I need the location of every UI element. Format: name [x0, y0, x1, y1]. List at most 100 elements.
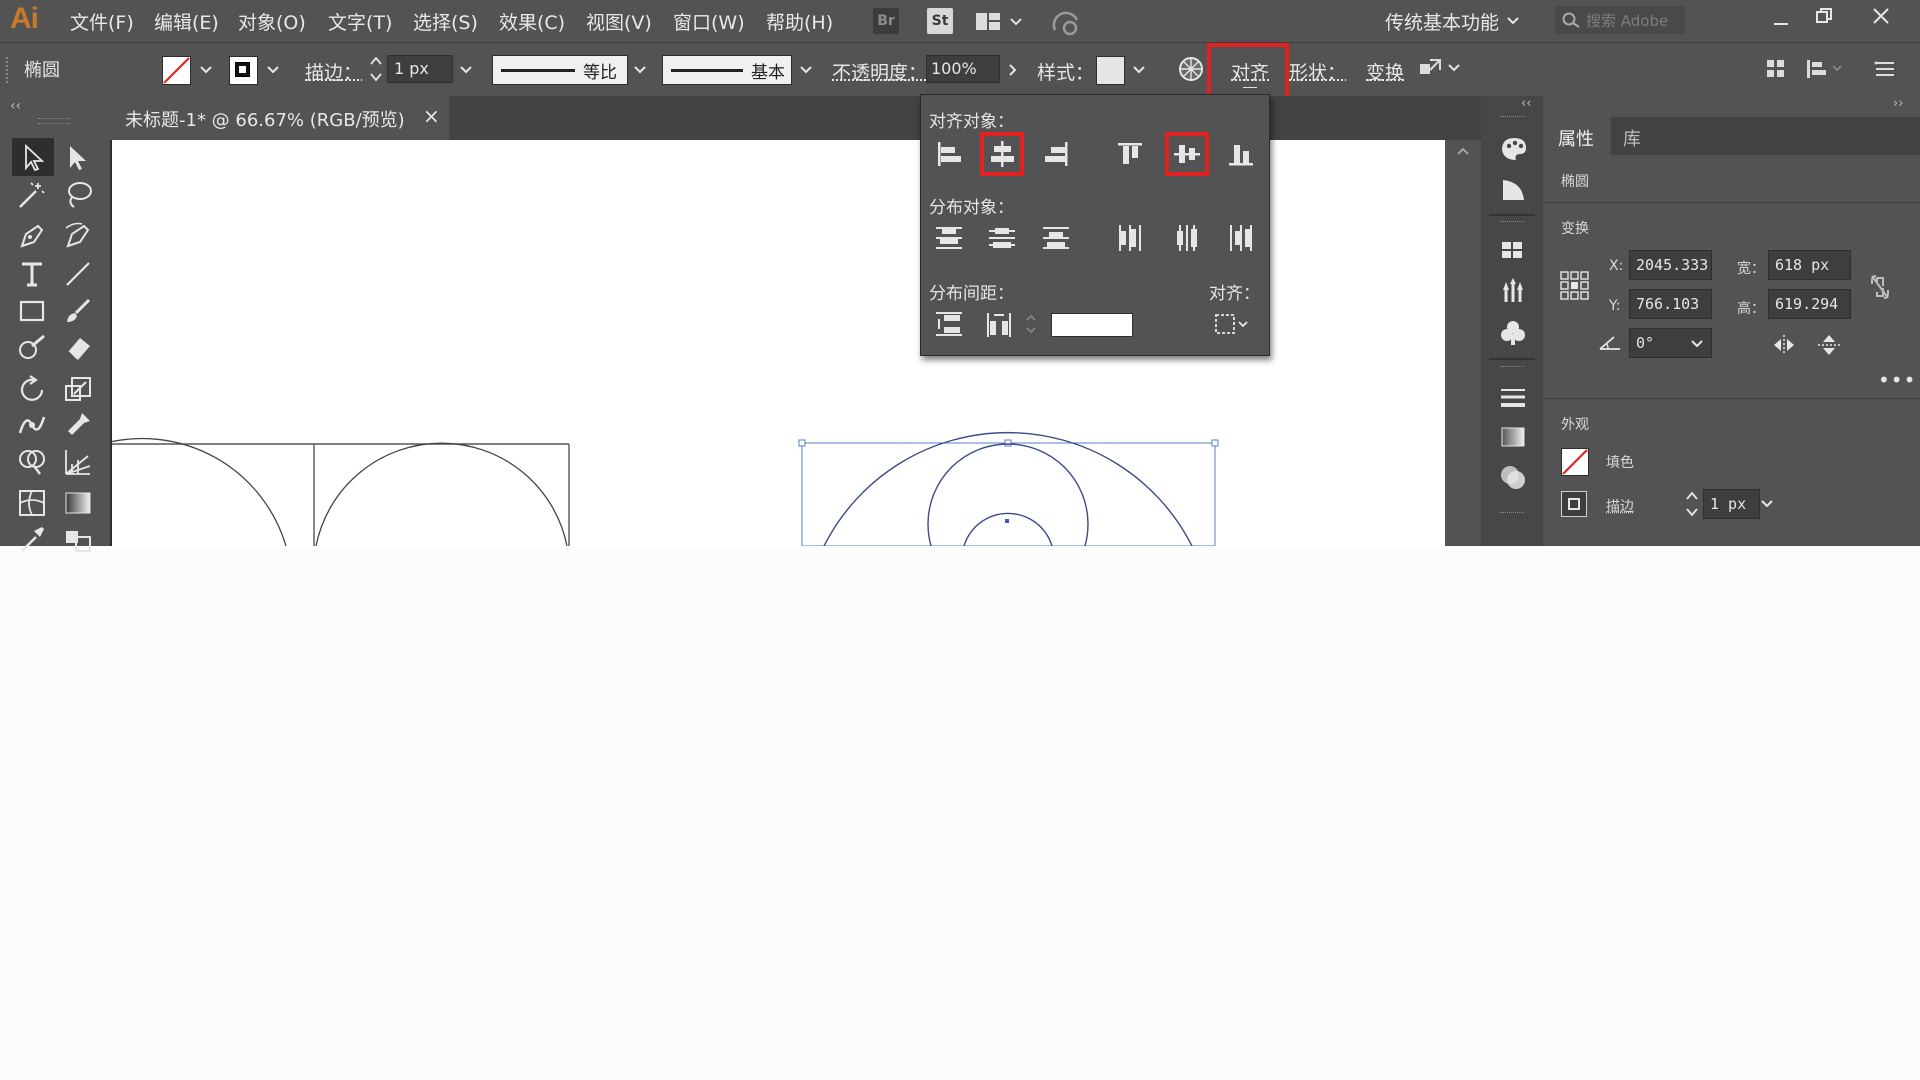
chevron-down-icon[interactable]: [799, 63, 813, 77]
variable-width-profile[interactable]: 等比: [492, 55, 628, 85]
pen-tool-icon[interactable]: [16, 220, 48, 252]
small-circle-shape[interactable]: [963, 512, 1053, 546]
vertical-distribute-space-icon[interactable]: [934, 309, 964, 339]
stroke-label[interactable]: 描边：: [305, 58, 362, 85]
search-box[interactable]: 搜索 Adobe: [1555, 6, 1685, 34]
stroke-swatch[interactable]: [229, 56, 258, 85]
stock-button[interactable]: St: [927, 8, 953, 34]
eyedropper-tool-icon[interactable]: [16, 523, 48, 555]
stepper-icon[interactable]: [369, 54, 383, 84]
symbols-icon[interactable]: [1498, 318, 1528, 348]
tab-properties[interactable]: 属性: [1558, 125, 1594, 151]
menu-effect[interactable]: 效果(C): [499, 8, 565, 35]
selection-tool-icon[interactable]: [18, 142, 50, 174]
x-position-field[interactable]: 2045.333: [1629, 250, 1712, 280]
menu-window[interactable]: 窗口(W): [673, 8, 745, 35]
document-tab[interactable]: 未标题-1* @ 66.67% (RGB/预览) ×: [110, 96, 449, 140]
tab-libraries[interactable]: 库: [1623, 125, 1641, 151]
y-position-field[interactable]: 766.103: [1629, 289, 1712, 319]
vertical-align-bottom-icon[interactable]: [1226, 139, 1256, 169]
large-circle-shape[interactable]: [823, 432, 1193, 546]
vertical-align-top-icon[interactable]: [1115, 139, 1145, 169]
distribute-horizontal-center-icon[interactable]: [1172, 223, 1202, 253]
scroll-up-icon[interactable]: [1456, 146, 1470, 156]
height-field[interactable]: 619.294: [1768, 289, 1851, 319]
selection-handle[interactable]: [1004, 439, 1012, 447]
appearance-fill-swatch[interactable]: [1561, 448, 1589, 476]
rectangle-tool-icon[interactable]: [16, 295, 48, 327]
chevron-down-icon[interactable]: [266, 63, 280, 77]
chevron-down-icon[interactable]: [633, 63, 647, 77]
stroke-weight-field[interactable]: 1 px: [1703, 489, 1760, 519]
chevron-right-icon[interactable]: [1006, 63, 1020, 77]
tools-grip[interactable]: [38, 118, 70, 124]
lasso-tool-icon[interactable]: [62, 179, 94, 211]
spacing-value-input[interactable]: [1051, 313, 1133, 337]
shape-button[interactable]: 形状：: [1289, 58, 1346, 85]
brushes-icon[interactable]: [1498, 276, 1528, 306]
perspective-grid-tool-icon[interactable]: [62, 446, 94, 478]
middle-arc-shape[interactable]: [315, 442, 568, 546]
menu-file[interactable]: 文件(F): [70, 8, 134, 35]
curvature-tool-icon[interactable]: [62, 220, 94, 252]
chevron-down-icon[interactable]: [459, 63, 473, 77]
bridge-button[interactable]: Br: [873, 8, 899, 34]
isolate-object-icon[interactable]: [1418, 56, 1464, 82]
panel-menu-icon[interactable]: [1874, 57, 1896, 81]
grip-handle[interactable]: [6, 57, 10, 83]
dock-grip[interactable]: [1500, 221, 1524, 225]
align-options-icon[interactable]: [1805, 57, 1845, 81]
vertical-scrollbar[interactable]: [1445, 140, 1481, 546]
reference-point-icon[interactable]: [1559, 270, 1591, 302]
opacity-input[interactable]: 100%: [926, 55, 1000, 83]
restore-icon[interactable]: [1814, 6, 1834, 26]
menu-help[interactable]: 帮助(H): [766, 8, 833, 35]
transparency-panel-icon[interactable]: [1498, 462, 1528, 492]
vertical-align-center-icon[interactable]: [1172, 139, 1202, 169]
menu-type[interactable]: 文字(T): [328, 8, 392, 35]
minimize-icon[interactable]: [1771, 12, 1791, 32]
distribute-left-icon[interactable]: [1115, 223, 1145, 253]
color-guide-icon[interactable]: [1498, 176, 1528, 204]
menu-edit[interactable]: 编辑(E): [154, 8, 219, 35]
opacity-label[interactable]: 不透明度：: [832, 58, 927, 85]
distribute-vertical-center-icon[interactable]: [987, 223, 1017, 253]
chevron-down-icon[interactable]: [1760, 497, 1774, 511]
eraser-tool-icon[interactable]: [62, 332, 94, 364]
grid-icon[interactable]: [1764, 57, 1788, 81]
rotate-tool-icon[interactable]: [16, 374, 48, 406]
scale-tool-icon[interactable]: [62, 374, 94, 406]
stepper-icon[interactable]: [1685, 489, 1699, 519]
selection-handle[interactable]: [1211, 439, 1219, 447]
menu-object[interactable]: 对象(O): [238, 8, 306, 35]
flip-horizontal-icon[interactable]: [1771, 333, 1797, 357]
paintbrush-tool-icon[interactable]: [62, 295, 94, 327]
workspace-switcher[interactable]: 传统基本功能: [1385, 8, 1499, 35]
horizontal-align-left-icon[interactable]: [934, 139, 964, 169]
shape-builder-tool-icon[interactable]: [16, 446, 48, 478]
chevron-down-icon[interactable]: [1690, 337, 1704, 351]
close-window-icon[interactable]: [1871, 6, 1891, 26]
swatches-icon[interactable]: [1498, 236, 1528, 264]
horizontal-align-center-icon[interactable]: [987, 139, 1017, 169]
appearance-stroke-swatch[interactable]: [1561, 491, 1587, 517]
close-document-icon[interactable]: ×: [423, 104, 440, 128]
medium-circle-shape[interactable]: [927, 443, 1089, 546]
distribute-top-icon[interactable]: [934, 223, 964, 253]
collapse-tools-icon[interactable]: ‹‹: [10, 98, 21, 114]
gpu-performance-icon[interactable]: [1052, 8, 1082, 36]
puppet-warp-tool-icon[interactable]: [62, 409, 94, 441]
menu-view[interactable]: 视图(V): [586, 8, 652, 35]
distribute-right-icon[interactable]: [1226, 223, 1256, 253]
color-palette-icon[interactable]: [1498, 134, 1528, 162]
expand-panel-icon[interactable]: ››: [1893, 96, 1903, 111]
recolor-artwork-icon[interactable]: [1178, 56, 1204, 82]
fill-swatch[interactable]: [162, 56, 191, 85]
gradient-panel-icon[interactable]: [1498, 424, 1528, 450]
constrain-proportions-icon[interactable]: [1868, 272, 1892, 302]
line-segment-tool-icon[interactable]: [62, 258, 94, 290]
horizontal-align-right-icon[interactable]: [1041, 139, 1071, 169]
magic-wand-tool-icon[interactable]: [16, 179, 48, 211]
menu-select[interactable]: 选择(S): [413, 8, 478, 35]
chevron-down-icon[interactable]: [1506, 14, 1520, 28]
